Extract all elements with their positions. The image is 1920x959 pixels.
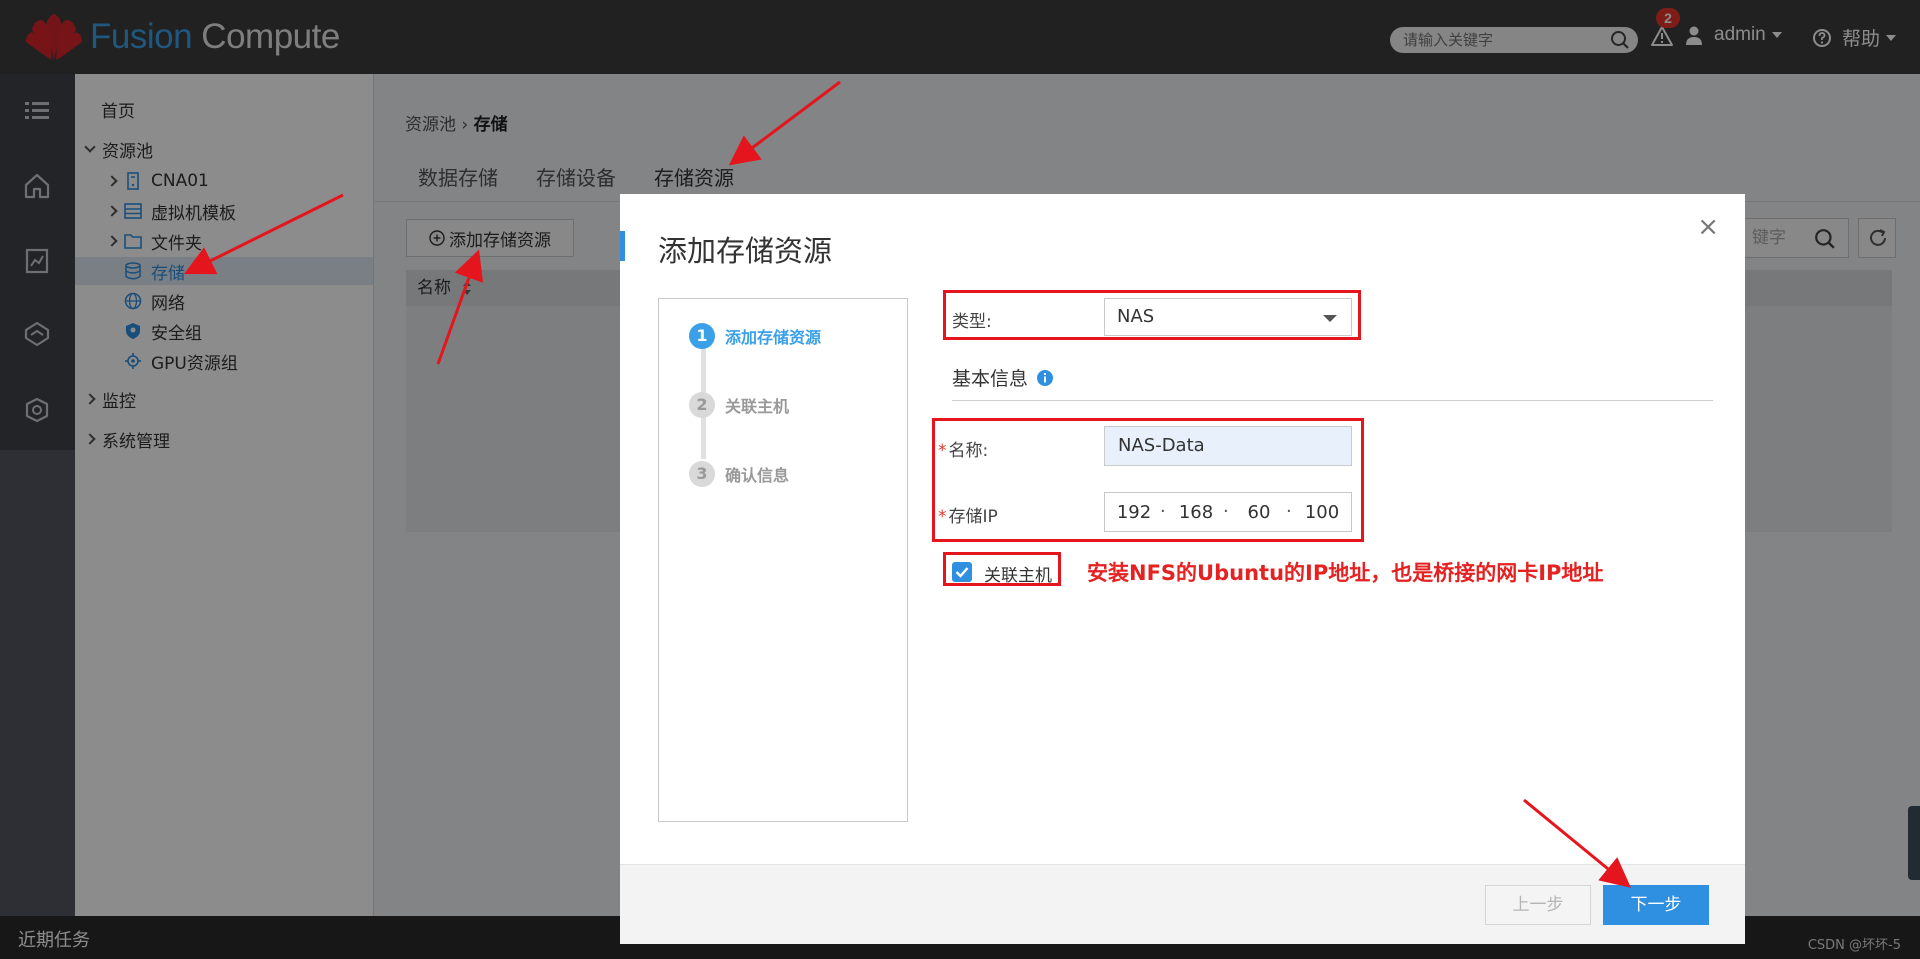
dialog-title: 添加存储资源 — [658, 234, 833, 268]
previous-step-button[interactable]: 上一步 — [1485, 885, 1591, 925]
step-1: 1 添加存储资源 — [689, 323, 821, 349]
wizard-steps: 1 添加存储资源 2 关联主机 3 确认信息 — [658, 298, 908, 822]
section-title-text: 基本信息 — [952, 368, 1029, 390]
close-icon[interactable]: × — [1697, 212, 1719, 242]
next-step-button[interactable]: 下一步 — [1603, 885, 1709, 925]
basic-info-section-title: 基本信息 — [952, 364, 1054, 391]
highlight-box-type — [943, 290, 1361, 340]
highlight-box-name-ip — [932, 418, 1364, 542]
info-icon[interactable] — [1036, 369, 1054, 387]
section-divider — [952, 400, 1713, 401]
annotation-text: 安装NFS的Ubuntu的IP地址，也是桥接的网卡IP地址 — [1087, 561, 1604, 585]
add-storage-resource-dialog: 添加存储资源 × 1 添加存储资源 2 关联主机 3 确认信息 类型: NAS … — [620, 194, 1745, 944]
step-label: 关联主机 — [725, 397, 790, 416]
step-number: 1 — [689, 323, 715, 349]
step-label: 添加存储资源 — [725, 328, 822, 347]
step-number: 3 — [689, 461, 715, 487]
highlight-box-associate-host — [943, 552, 1061, 586]
step-label: 确认信息 — [725, 466, 790, 485]
dialog-title-accent — [620, 231, 625, 261]
step-number: 2 — [689, 392, 715, 418]
step-3: 3 确认信息 — [689, 461, 789, 487]
step-2: 2 关联主机 — [689, 392, 789, 418]
